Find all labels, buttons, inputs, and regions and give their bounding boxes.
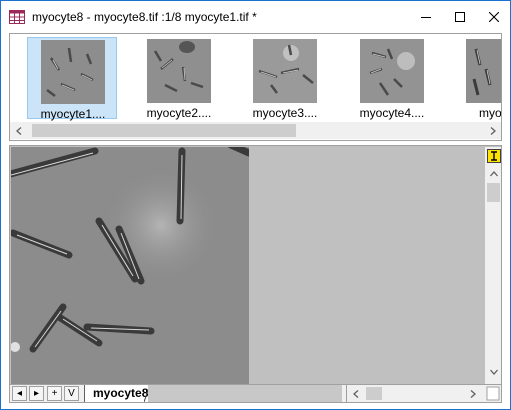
thumbnail-label: myocyte1....	[40, 107, 106, 121]
thumbnail-label: myocyte4....	[359, 106, 425, 120]
maximize-icon	[455, 11, 465, 22]
thumbnail-scrollbar[interactable]	[10, 122, 501, 139]
chevron-down-icon	[489, 369, 498, 375]
minimize-icon	[421, 16, 431, 18]
title-bar[interactable]: myocyte8 - myocyte8.tif :1/8 myocyte1.ti…	[1, 1, 510, 32]
scroll-up-button[interactable]	[485, 165, 501, 182]
thumbnail-label: myocyte3....	[252, 106, 318, 120]
scrollbar-thumb[interactable]	[487, 183, 500, 202]
lock-button[interactable]	[487, 149, 501, 163]
scroll-down-button[interactable]	[485, 363, 501, 380]
thumbnail-image	[253, 39, 317, 103]
close-button[interactable]	[477, 1, 511, 32]
sheet-bar: ◂ ▸ + V myocyte8	[9, 384, 502, 403]
myocyte-image	[11, 147, 249, 384]
thumbnail-image	[466, 39, 501, 103]
thumbnail-myocyte2[interactable]: myocyte2....	[134, 37, 224, 120]
scroll-right-button[interactable]	[464, 385, 481, 402]
maximize-button[interactable]	[443, 1, 477, 32]
scrollbar-thumb[interactable]	[366, 387, 382, 400]
image-viewer[interactable]	[9, 145, 502, 385]
scrollbar-thumb[interactable]	[32, 124, 296, 137]
scroll-right-button[interactable]	[484, 122, 501, 139]
thumbnail-label: myocyte2....	[146, 106, 212, 120]
thumbnail-myocyte5[interactable]: myocyt	[453, 37, 502, 120]
image-window: myocyte8 - myocyte8.tif :1/8 myocyte1.ti…	[0, 0, 511, 410]
resize-grip-icon[interactable]	[486, 385, 501, 402]
chevron-right-icon	[490, 126, 496, 135]
next-sheet-button[interactable]: ▸	[29, 386, 44, 401]
minimize-button[interactable]	[409, 1, 443, 32]
sheet-tab-area	[148, 385, 342, 402]
sheet-menu-icon: V	[68, 388, 75, 399]
plus-icon: +	[51, 388, 58, 399]
thumbnail-label: myocyt	[478, 106, 502, 120]
next-sheet-icon: ▸	[33, 388, 40, 399]
thumbnail-image	[41, 40, 105, 104]
thumbnail-myocyte1[interactable]: myocyte1....	[27, 37, 117, 121]
thumbnail-myocyte4[interactable]: myocyte4....	[347, 37, 437, 120]
thumbnail-image	[360, 39, 424, 103]
prev-sheet-icon: ◂	[16, 388, 23, 399]
chevron-left-icon	[352, 389, 358, 398]
sheet-menu-button[interactable]: V	[64, 386, 79, 401]
grid-window-icon	[9, 10, 25, 24]
chevron-up-icon	[489, 170, 498, 176]
chevron-left-icon	[15, 126, 21, 135]
thumbnail-image	[147, 39, 211, 103]
image-horizontal-scrollbar[interactable]	[346, 385, 481, 402]
image-vertical-scrollbar[interactable]	[485, 147, 501, 384]
window-title: myocyte8 - myocyte8.tif :1/8 myocyte1.ti…	[32, 10, 257, 24]
scroll-left-button[interactable]	[10, 122, 27, 139]
lock-icon	[491, 151, 497, 161]
chevron-right-icon	[470, 389, 476, 398]
thumbnail-strip: myocyte1.... myocyte2.... myocyte3.... m…	[9, 33, 502, 141]
thumbnail-myocyte3[interactable]: myocyte3....	[240, 37, 330, 120]
first-sheet-button[interactable]: ◂	[12, 386, 27, 401]
close-icon	[489, 11, 499, 22]
add-sheet-button[interactable]: +	[47, 386, 62, 401]
scroll-left-button[interactable]	[347, 385, 364, 402]
